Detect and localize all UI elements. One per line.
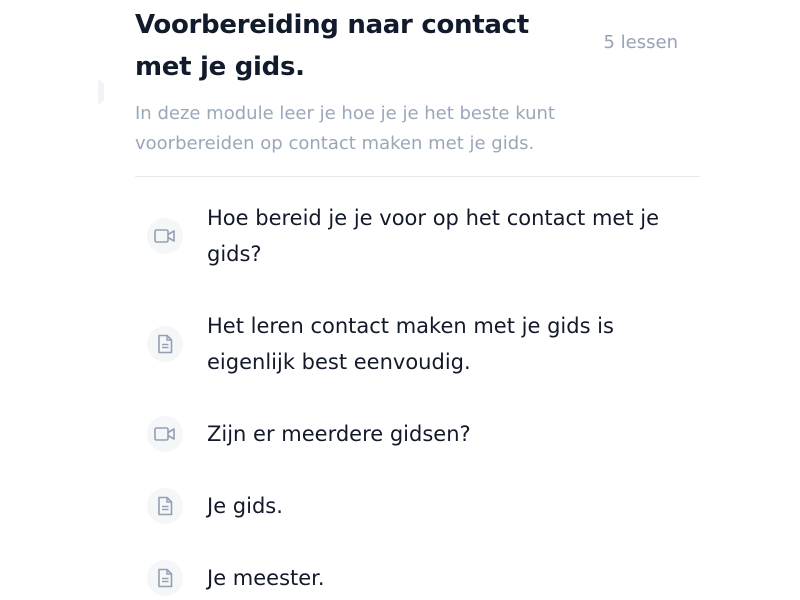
lesson-title: Je gids. (207, 494, 283, 518)
lesson-title: Zijn er meerdere gidsen? (207, 422, 471, 446)
lesson-list: Hoe bereid je je voor op het contact met… (135, 0, 700, 600)
video-icon (147, 218, 183, 254)
lesson-item[interactable]: Het leren contact maken met je gids is e… (135, 308, 700, 380)
lesson-title: Hoe bereid je je voor op het contact met… (207, 206, 660, 266)
document-icon (147, 326, 183, 362)
lesson-item[interactable]: Zijn er meerdere gidsen? (135, 416, 700, 452)
document-icon (147, 560, 183, 596)
video-icon (147, 416, 183, 452)
lesson-item[interactable]: Je gids. (135, 488, 700, 524)
module-page: Voorbereiding naar contact met je gids. … (0, 0, 800, 600)
side-panel-edge (98, 80, 104, 104)
lesson-title: Het leren contact maken met je gids is e… (207, 314, 614, 374)
lesson-title: Je meester. (207, 566, 325, 590)
document-icon (147, 488, 183, 524)
lesson-item[interactable]: Hoe bereid je je voor op het contact met… (135, 200, 700, 272)
lesson-item[interactable]: Je meester. (135, 560, 700, 596)
